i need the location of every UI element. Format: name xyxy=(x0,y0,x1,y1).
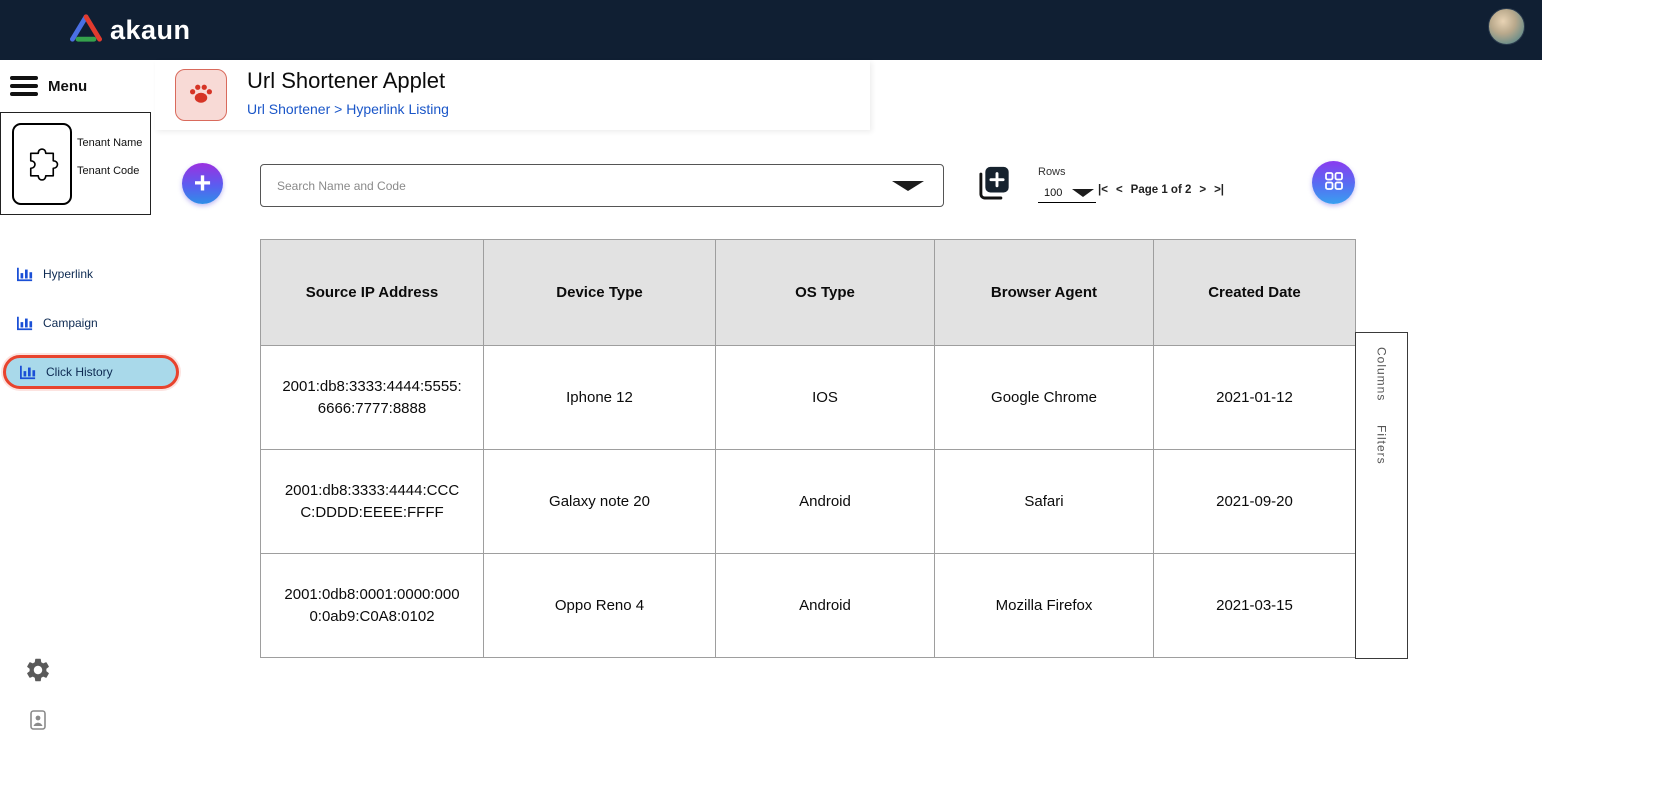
plus-icon: + xyxy=(193,166,212,200)
sidebar-item-label: Click History xyxy=(46,365,113,379)
page-indicator: Page 1 of 2 xyxy=(1130,184,1192,196)
sidebar-item-campaign[interactable]: Campaign xyxy=(0,306,152,340)
sidebar-item-click-history[interactable]: Click History xyxy=(3,355,179,389)
cell-os-type: IOS xyxy=(715,345,935,450)
cell-browser-agent: Mozilla Firefox xyxy=(934,553,1154,658)
rows-per-page: Rows 100 xyxy=(1038,166,1096,203)
bar-chart-icon xyxy=(16,315,34,331)
page-title: Url Shortener Applet xyxy=(247,68,446,93)
apps-grid-button[interactable] xyxy=(1312,161,1355,204)
paw-icon xyxy=(186,78,216,113)
cell-device-type: Iphone 12 xyxy=(483,345,716,450)
breadcrumb[interactable]: Url Shortener > Hyperlink Listing xyxy=(247,101,449,117)
topbar: akaun xyxy=(0,0,1542,60)
prev-page-button[interactable]: < xyxy=(1116,184,1123,196)
search-bar xyxy=(260,164,944,207)
last-page-button[interactable]: >| xyxy=(1214,184,1224,196)
contact-card-icon xyxy=(26,710,50,736)
menu-toggle[interactable]: Menu xyxy=(0,60,152,106)
cell-browser-agent: Safari xyxy=(934,449,1154,554)
cell-device-type: Oppo Reno 4 xyxy=(483,553,716,658)
tenant-app-frame xyxy=(12,123,72,205)
table-header-row: Source IP Address Device Type OS Type Br… xyxy=(260,239,1356,346)
sidebar-nav: Hyperlink Campaign Click History xyxy=(0,257,179,389)
logo-triangle-icon xyxy=(70,13,102,47)
logo-text: akaun xyxy=(110,14,191,45)
next-page-button[interactable]: > xyxy=(1199,184,1206,196)
hamburger-icon xyxy=(10,76,38,96)
copy-plus-icon xyxy=(972,166,1012,207)
contact-button[interactable] xyxy=(26,708,52,734)
app-logo[interactable]: akaun xyxy=(70,13,191,47)
cell-source-ip: 2001:db8:3333:4444:CCCC:DDDD:EEEE:FFFF xyxy=(260,449,484,554)
duplicate-add-button[interactable] xyxy=(972,163,1012,203)
click-history-table: Source IP Address Device Type OS Type Br… xyxy=(260,239,1356,658)
applet-icon xyxy=(175,69,227,121)
column-header-created-date: Created Date xyxy=(1153,239,1356,346)
table-row[interactable]: 2001:0db8:0001:0000:0000:0ab9:C0A8:0102 … xyxy=(260,553,1356,658)
bar-chart-icon xyxy=(19,364,37,380)
sidebar-item-label: Hyperlink xyxy=(43,267,94,281)
grid-icon xyxy=(1322,169,1346,196)
add-button[interactable]: + xyxy=(182,163,223,204)
tenant-selector[interactable]: Tenant Name Tenant Code xyxy=(0,112,151,215)
bar-chart-icon xyxy=(16,266,34,282)
cell-created-date: 2021-03-15 xyxy=(1153,553,1356,658)
menu-label: Menu xyxy=(48,77,88,95)
cell-browser-agent: Google Chrome xyxy=(934,345,1154,450)
columns-toggle[interactable]: Columns xyxy=(1375,347,1389,401)
search-dropdown-icon[interactable] xyxy=(892,181,924,191)
rows-select[interactable]: 100 xyxy=(1038,187,1096,203)
sidebar: Menu Tenant Name Tenant Code Hyperlink C… xyxy=(0,60,179,796)
user-avatar[interactable] xyxy=(1488,8,1525,45)
rows-value: 100 xyxy=(1044,187,1063,199)
tenant-name-label: Tenant Name xyxy=(77,137,143,149)
gear-icon xyxy=(24,658,52,688)
filters-toggle[interactable]: Filters xyxy=(1375,425,1389,465)
cell-os-type: Android xyxy=(715,553,935,658)
cell-source-ip: 2001:db8:3333:4444:5555:6666:7777:8888 xyxy=(260,345,484,450)
cell-created-date: 2021-09-20 xyxy=(1153,449,1356,554)
column-header-os-type: OS Type xyxy=(715,239,935,346)
rows-label: Rows xyxy=(1038,166,1066,178)
table-row[interactable]: 2001:db8:3333:4444:CCCC:DDDD:EEEE:FFFF G… xyxy=(260,449,1356,554)
sidebar-item-hyperlink[interactable]: Hyperlink xyxy=(0,257,152,291)
cell-os-type: Android xyxy=(715,449,935,554)
cell-source-ip: 2001:0db8:0001:0000:0000:0ab9:C0A8:0102 xyxy=(260,553,484,658)
column-header-device-type: Device Type xyxy=(483,239,716,346)
column-header-source-ip: Source IP Address xyxy=(260,239,484,346)
rows-dropdown-icon xyxy=(1072,189,1094,197)
table-row[interactable]: 2001:db8:3333:4444:5555:6666:7777:8888 I… xyxy=(260,345,1356,450)
cell-device-type: Galaxy note 20 xyxy=(483,449,716,554)
cell-created-date: 2021-01-12 xyxy=(1153,345,1356,450)
sidebar-item-label: Campaign xyxy=(43,316,98,330)
column-header-browser-agent: Browser Agent xyxy=(934,239,1154,346)
settings-button[interactable] xyxy=(24,656,54,686)
tenant-code-label: Tenant Code xyxy=(77,165,140,177)
pagination: |< < Page 1 of 2 > >| xyxy=(1098,184,1224,196)
table-options-panel: Columns Filters xyxy=(1355,332,1408,659)
first-page-button[interactable]: |< xyxy=(1098,184,1108,196)
puzzle-icon xyxy=(22,142,62,187)
search-input[interactable] xyxy=(260,164,944,207)
applet-header: Url Shortener Applet Url Shortener > Hyp… xyxy=(155,60,870,130)
